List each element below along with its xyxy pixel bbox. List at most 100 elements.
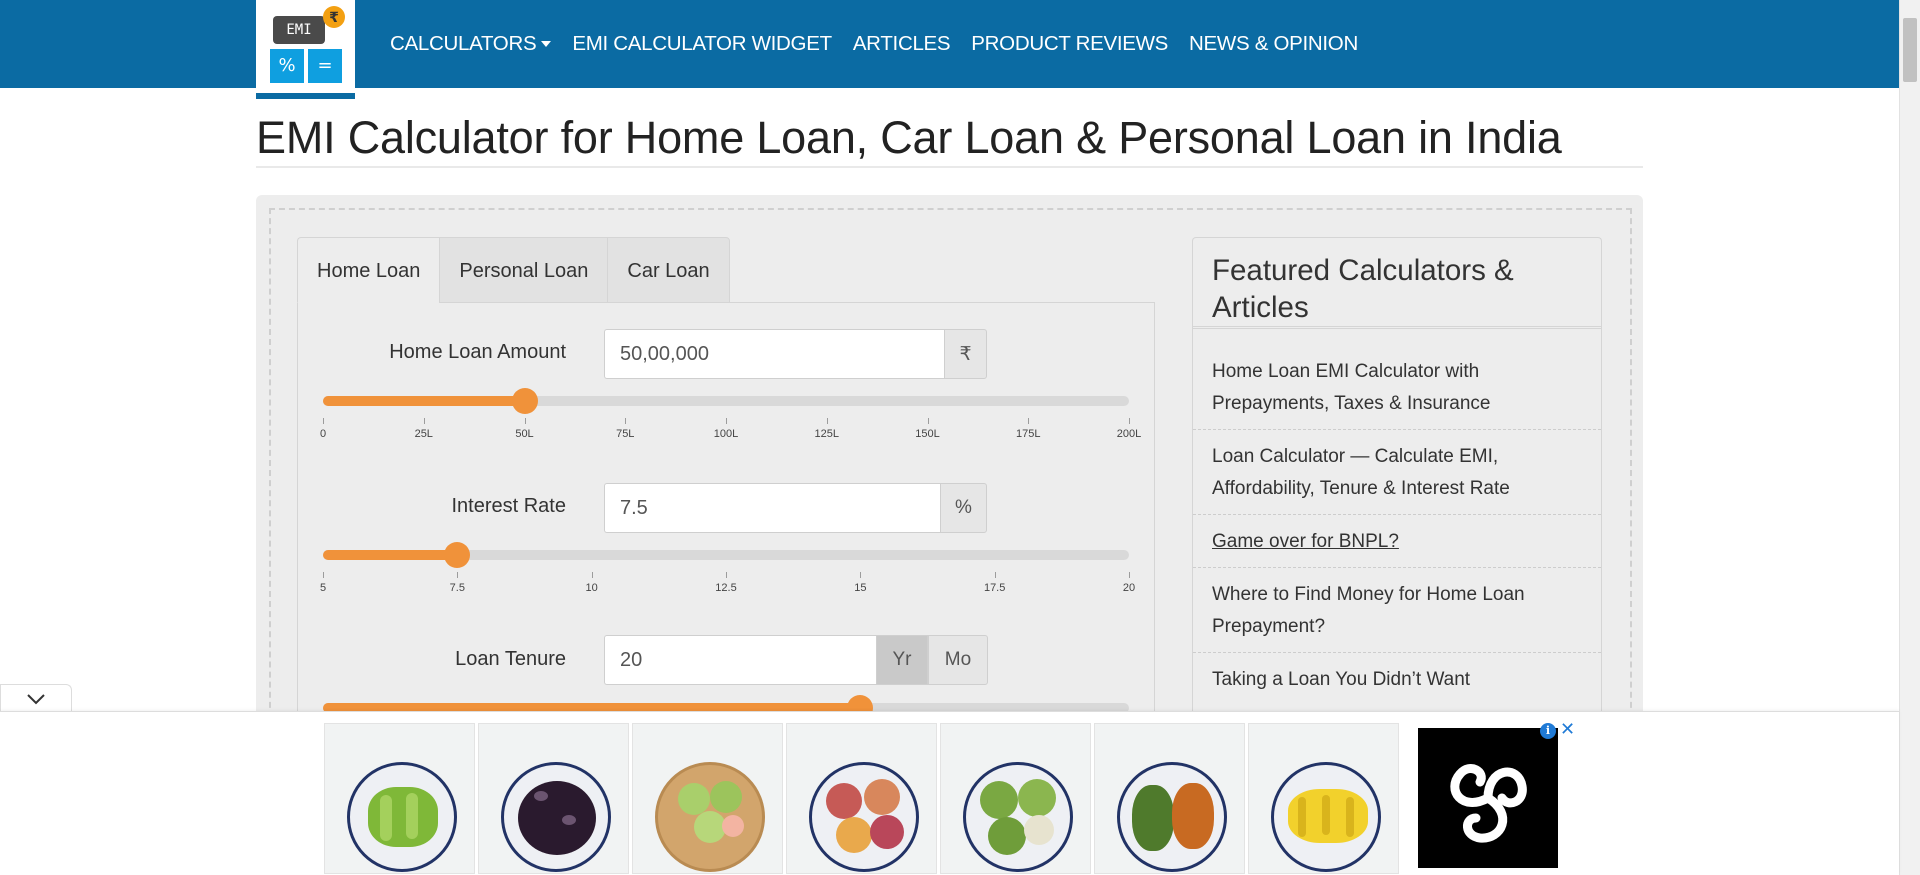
vertical-scrollbar[interactable] [1899, 0, 1920, 875]
scrollbar-thumb[interactable] [1903, 18, 1917, 82]
tab-personal-loan[interactable]: Personal Loan [439, 237, 608, 303]
percent-addon: % [940, 483, 987, 533]
tab-car-loan[interactable]: Car Loan [607, 237, 730, 303]
guava-basket-icon [655, 762, 765, 872]
logo-screen: EMI [273, 16, 325, 44]
scale-tick-label: 150L [915, 428, 940, 440]
rupee-addon: ₹ [944, 329, 987, 379]
nav-calculators-label: CALCULATORS [390, 32, 537, 55]
nav-product-reviews[interactable]: PRODUCT REVIEWS [971, 32, 1168, 56]
scale-tick-label: 17.5 [983, 582, 1006, 594]
mango-plate-icon [1117, 762, 1227, 872]
scale-tick-mark [826, 418, 828, 424]
green-guava-plate-icon [963, 762, 1073, 872]
sidebar-heading: Featured Calculators & Articles [1212, 254, 1514, 324]
interest-rate-slider-fill [323, 550, 458, 560]
tenure-months-toggle[interactable]: Mo [928, 635, 988, 685]
nav-calculators[interactable]: CALCULATORS [390, 32, 552, 56]
scale-tick-mark [457, 572, 459, 578]
nav-articles[interactable]: ARTICLES [853, 32, 951, 56]
scale-tick-label: 200L [1116, 428, 1142, 440]
sidebar-item-home-loan-emi[interactable]: Home Loan EMI Calculator with Prepayment… [1212, 356, 1582, 420]
passion-fruit-plate-icon [809, 762, 919, 872]
tenure-years-toggle[interactable]: Yr [876, 635, 928, 685]
ad-card-banana-plate[interactable] [1248, 723, 1399, 874]
tab-home-loan[interactable]: Home Loan [297, 237, 440, 303]
loan-amount-label: Home Loan Amount [389, 341, 566, 363]
equals-key-icon: = [308, 49, 342, 83]
ad-card-star-fruit-plate[interactable] [324, 723, 475, 874]
scale-tick-label: 15 [854, 582, 867, 594]
triskelion-icon [1450, 764, 1527, 843]
sidebar-item-home-loan-prepayment[interactable]: Where to Find Money for Home Loan Prepay… [1212, 579, 1582, 643]
scale-tick-label: 0 [319, 428, 327, 440]
scale-tick-mark [927, 418, 929, 424]
percent-key-icon: % [270, 49, 304, 83]
top-navbar: EMI ₹ % = CALCULATORS EMI CALCULATOR WID… [0, 0, 1899, 99]
scale-tick-label: 5 [319, 582, 327, 594]
banana-plate-icon [1271, 762, 1381, 872]
star-fruit-plate-icon [347, 762, 457, 872]
nav-news-opinion[interactable]: NEWS & OPINION [1189, 32, 1358, 56]
sidebar-item-bnpl[interactable]: Game over for BNPL? [1212, 526, 1582, 558]
loan-tenure-label: Loan Tenure [455, 648, 566, 670]
sidebar-divider [1193, 567, 1601, 568]
scale-tick-label: 75L [616, 428, 635, 440]
scale-tick-mark [1129, 572, 1130, 578]
scale-tick-label: 20 [1122, 582, 1136, 594]
ad-card-jamun-plate[interactable] [478, 723, 629, 874]
scale-tick-mark [591, 572, 593, 578]
loan-tenure-input[interactable] [604, 635, 876, 685]
nav-emi-calculator-widget[interactable]: EMI CALCULATOR WIDGET [572, 32, 832, 56]
scale-tick-mark [726, 418, 727, 424]
ad-card-guava-basket[interactable] [632, 723, 783, 874]
caret-down-icon [541, 41, 552, 47]
scale-tick-label: 175L [1016, 428, 1041, 440]
scale-tick-label: 12.5 [715, 582, 737, 594]
ad-card-green-guava-plate[interactable] [940, 723, 1091, 874]
page-title: EMI Calculator for Home Loan, Car Loan &… [256, 112, 1562, 163]
scale-tick-label: 50L [515, 428, 534, 440]
interest-rate-scale: 5 7.5 10 12.5 15 17.5 20 [319, 572, 1135, 596]
interest-rate-label: Interest Rate [451, 495, 566, 517]
ad-brand-logo[interactable] [1418, 728, 1558, 868]
scale-tick-mark [323, 572, 324, 578]
scale-tick-mark [726, 572, 727, 578]
scale-tick-mark [994, 572, 996, 578]
ad-info-icon[interactable]: i [1540, 723, 1556, 739]
scale-tick-label: 125L [814, 428, 839, 440]
ad-close-icon[interactable]: ✕ [1560, 719, 1575, 740]
sidebar-item-loan-calculator[interactable]: Loan Calculator — Calculate EMI, Afforda… [1212, 441, 1582, 505]
scale-tick-mark [423, 418, 425, 424]
scale-tick-label: 25L [414, 428, 433, 440]
loan-amount-input[interactable] [604, 329, 944, 379]
jamun-plate-icon [501, 762, 611, 872]
ad-card-passion-fruit-plate[interactable] [786, 723, 937, 874]
loan-amount-slider[interactable] [323, 388, 1129, 414]
scale-tick-mark [524, 418, 526, 424]
ad-collapse-toggle[interactable] [0, 684, 72, 712]
loan-tenure-group: Yr Mo [604, 635, 988, 685]
loan-amount-slider-fill [323, 396, 525, 406]
scale-tick-label: 7.5 [449, 582, 465, 594]
scale-tick-label: 100L [713, 428, 739, 440]
ad-card-mango-plate[interactable] [1094, 723, 1245, 874]
site-logo[interactable]: EMI ₹ % = [256, 0, 355, 99]
scale-tick-label: 10 [585, 582, 598, 594]
title-divider [256, 166, 1643, 168]
loan-type-tabs: Home Loan Personal Loan Car Loan [297, 237, 730, 303]
main-nav: CALCULATORS EMI CALCULATOR WIDGET ARTICL… [390, 0, 1379, 88]
interest-rate-slider[interactable] [323, 542, 1129, 568]
loan-amount-group: ₹ [604, 329, 987, 379]
sidebar-heading-divider [1192, 326, 1602, 329]
scale-tick-mark [323, 418, 324, 424]
chevron-down-icon [27, 694, 45, 705]
scale-tick-mark [1028, 418, 1030, 424]
scale-tick-mark [860, 572, 862, 578]
interest-rate-group: % [604, 483, 987, 533]
sidebar-item-unwanted-loan[interactable]: Taking a Loan You Didn’t Want [1212, 664, 1582, 696]
loan-amount-slider-handle[interactable] [511, 388, 538, 414]
rupee-coin-icon: ₹ [323, 6, 345, 28]
sidebar-divider [1193, 429, 1601, 430]
interest-rate-input[interactable] [604, 483, 940, 533]
